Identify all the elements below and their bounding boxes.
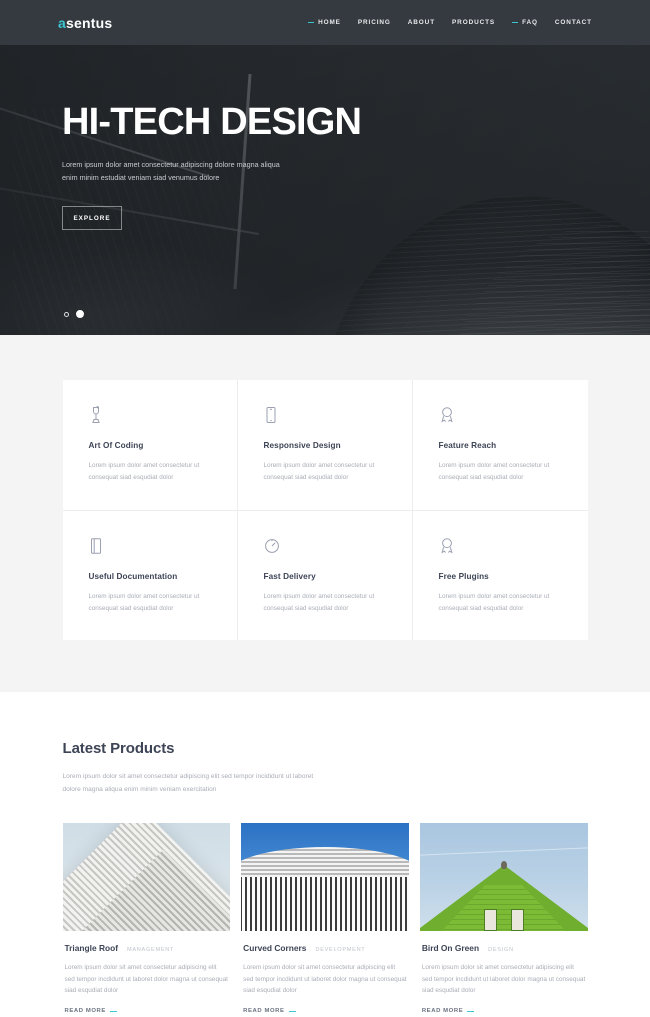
hero-content: HI-TECH DESIGN Lorem ipsum dolor amet co… (0, 45, 650, 231)
logo-accent-letter: a (58, 14, 66, 31)
book-icon (89, 537, 213, 559)
window-right (510, 908, 524, 931)
site-logo[interactable]: asentus (58, 15, 112, 31)
product-category: MANAGEMENT (127, 946, 175, 953)
product-image-curved-building[interactable] (241, 822, 409, 931)
nav-label: CONTACT (554, 19, 592, 26)
product-headline: Triangle Roof MANAGEMENT (65, 943, 229, 953)
feature-card-feature-reach[interactable]: Feature Reach Lorem ipsum dolor amet con… (412, 380, 588, 511)
feature-title: Art Of Coding (88, 441, 144, 450)
product-category: DEVELOPMENT (315, 946, 366, 953)
nav-dash-icon (308, 22, 315, 23)
feature-text: Lorem ipsum dolor amet consectetur ut co… (263, 592, 375, 612)
read-more-link[interactable]: READ MORE (421, 1008, 475, 1015)
read-more-label: READ MORE (64, 1008, 106, 1015)
product-image-pyramid-tower[interactable] (62, 822, 231, 931)
feature-title: Useful Documentation (88, 571, 178, 581)
feature-text: Lorem ipsum dolor amet consectetur ut co… (438, 592, 550, 612)
features-grid: Art Of Coding Lorem ipsum dolor amet con… (62, 380, 588, 641)
nav-item-faq[interactable]: FAQ (512, 19, 538, 26)
product-card-bird-on-green: Bird On Green DESIGN Lorem ipsum dolor s… (419, 822, 588, 1017)
page-title: Latest Products (62, 740, 175, 758)
features-section: Art Of Coding Lorem ipsum dolor amet con… (0, 335, 650, 693)
feature-title: Fast Delivery (263, 571, 316, 581)
tablet-icon (264, 406, 388, 428)
read-more-link[interactable]: READ MORE (243, 1008, 296, 1015)
feature-text: Lorem ipsum dolor amet consectetur ut co… (438, 462, 550, 481)
window-left (483, 908, 497, 931)
speedometer-icon (264, 537, 388, 559)
nav-item-home[interactable]: HOME (308, 19, 341, 26)
sky-contrail (419, 847, 588, 856)
feature-title: Free Plugins (438, 571, 489, 581)
nav-label: HOME (318, 19, 341, 26)
feature-text: Lorem ipsum dolor amet consectetur ut co… (88, 592, 200, 612)
building-drum-top (241, 846, 409, 877)
hero-subtitle: Lorem ipsum dolor amet consectetur adipi… (62, 160, 280, 182)
feature-card-art-of-coding[interactable]: Art Of Coding Lorem ipsum dolor amet con… (62, 380, 238, 511)
product-category: DESIGN (488, 946, 514, 953)
product-card-curved-corners: Curved Corners DEVELOPMENT Lorem ipsum d… (241, 822, 409, 1017)
bird-icon (500, 860, 507, 869)
product-description: Lorem ipsum dolor sit amet consectetur a… (243, 963, 407, 995)
products-header: Latest Products Lorem ipsum dolor sit am… (63, 740, 588, 795)
feature-card-fast-delivery[interactable]: Fast Delivery Lorem ipsum dolor amet con… (238, 510, 413, 641)
logo-text: sentus (66, 14, 113, 31)
hero-title: HI-TECH DESIGN (62, 101, 362, 143)
product-headline: Bird On Green DESIGN (422, 943, 586, 953)
slider-pagination (64, 310, 84, 318)
arrow-right-icon (109, 1010, 117, 1012)
product-description: Lorem ipsum dolor sit amet consectetur a… (421, 963, 586, 995)
nav-dash-icon (512, 22, 519, 23)
product-description: Lorem ipsum dolor sit amet consectetur a… (64, 963, 228, 995)
product-title[interactable]: Curved Corners (243, 943, 306, 953)
award-ribbon-icon (439, 537, 564, 559)
nav-item-about[interactable]: ABOUT (408, 19, 435, 26)
latest-products-section: Latest Products Lorem ipsum dolor sit am… (0, 692, 650, 1017)
feature-title: Feature Reach (438, 441, 497, 450)
feature-text: Lorem ipsum dolor amet consectetur ut co… (88, 462, 200, 481)
feature-text: Lorem ipsum dolor amet consectetur ut co… (263, 462, 375, 481)
product-body: Triangle Roof MANAGEMENT Lorem ipsum dol… (63, 931, 231, 1017)
read-more-label: READ MORE (421, 1008, 464, 1015)
hero-slider: HI-TECH DESIGN Lorem ipsum dolor amet co… (0, 45, 650, 335)
arrow-right-icon (288, 1010, 296, 1012)
product-body: Curved Corners DEVELOPMENT Lorem ipsum d… (241, 931, 409, 1017)
nav-label: PRICING (357, 19, 391, 26)
trophy-icon (89, 406, 213, 428)
product-body: Bird On Green DESIGN Lorem ipsum dolor s… (420, 931, 588, 1017)
read-more-link[interactable]: READ MORE (65, 1008, 117, 1014)
slider-dot-1[interactable] (64, 311, 69, 317)
product-card-triangle-roof: Triangle Roof MANAGEMENT Lorem ipsum dol… (62, 822, 231, 1017)
slider-dot-2[interactable] (76, 310, 84, 318)
feature-title: Responsive Design (263, 441, 341, 450)
nav-item-pricing[interactable]: PRICING (358, 19, 391, 26)
nav-item-products[interactable]: PRODUCTS (452, 19, 495, 26)
site-header: asentus HOME PRICING ABOUT PRODUCTS FAQ … (0, 0, 650, 45)
award-ribbon-icon (439, 406, 564, 428)
nav-label: PRODUCTS (452, 19, 496, 26)
nav-item-contact[interactable]: CONTACT (555, 19, 592, 26)
arrow-right-icon (467, 1010, 475, 1012)
product-image-green-house[interactable] (419, 822, 588, 931)
nav-label: ABOUT (407, 19, 436, 26)
products-grid: Triangle Roof MANAGEMENT Lorem ipsum dol… (62, 822, 588, 1017)
feature-card-useful-documentation[interactable]: Useful Documentation Lorem ipsum dolor a… (63, 510, 238, 641)
explore-button[interactable]: EXPLORE (62, 206, 122, 231)
product-title[interactable]: Bird On Green (422, 943, 479, 953)
product-headline: Curved Corners DEVELOPMENT (243, 943, 407, 953)
section-subtitle: Lorem ipsum dolor sit amet consectetur a… (62, 773, 314, 793)
nav-label: FAQ (522, 19, 538, 26)
feature-card-free-plugins[interactable]: Free Plugins Lorem ipsum dolor amet cons… (413, 511, 588, 641)
read-more-label: READ MORE (243, 1008, 285, 1015)
product-title[interactable]: Triangle Roof (65, 943, 119, 953)
main-navigation: HOME PRICING ABOUT PRODUCTS FAQ CONTACT (308, 19, 592, 26)
feature-card-responsive-design[interactable]: Responsive Design Lorem ipsum dolor amet… (237, 380, 413, 511)
